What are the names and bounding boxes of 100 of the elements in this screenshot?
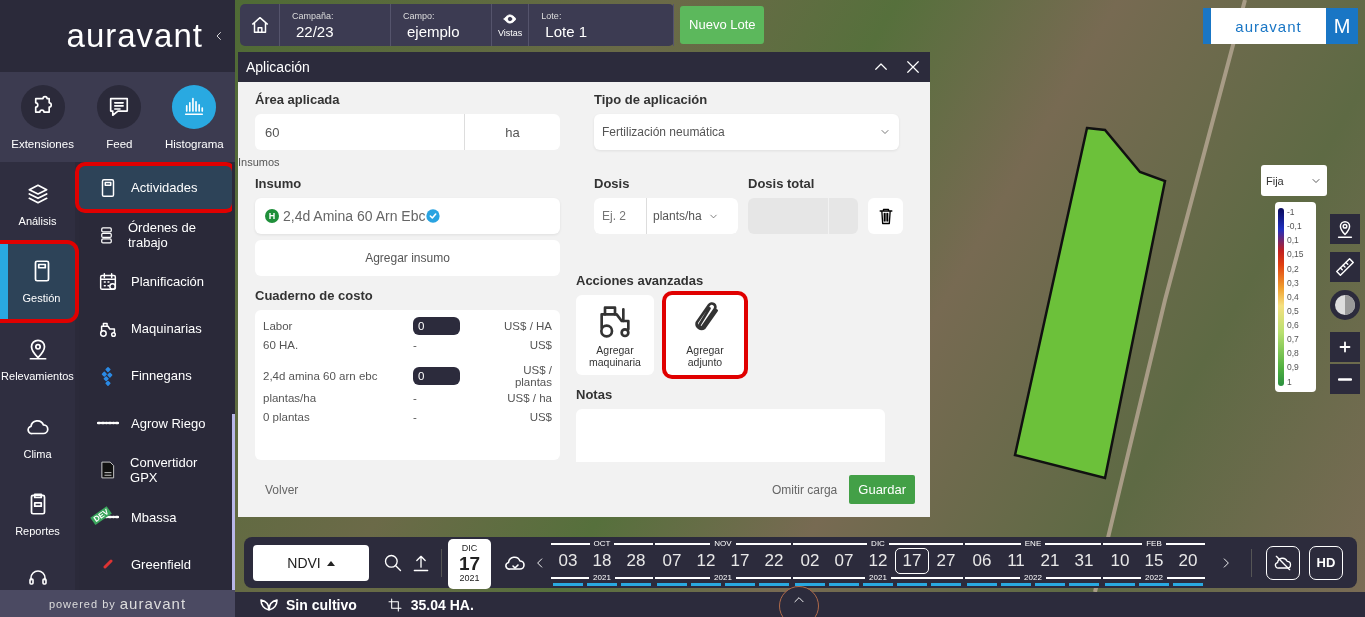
date-button[interactable]: 17 xyxy=(895,547,929,574)
year-label: 2021 xyxy=(714,573,732,582)
cost-input[interactable]: 0 xyxy=(413,316,460,335)
availability-bar xyxy=(863,582,893,586)
nav-item[interactable]: Reportes xyxy=(0,476,75,552)
zoom-out-button[interactable] xyxy=(1330,364,1360,394)
hd-button[interactable]: HD xyxy=(1309,545,1343,580)
delete-button[interactable] xyxy=(868,198,903,234)
legend-tick-label: 0,2 xyxy=(1287,264,1300,273)
cost-unit: US$ / plantas xyxy=(513,364,552,388)
unit-select[interactable]: plants/ha xyxy=(647,198,738,234)
nav-item[interactable]: Clima xyxy=(0,398,75,475)
availability-bar xyxy=(1139,582,1169,586)
back-link[interactable]: Volver xyxy=(265,482,299,497)
month-label: DIC xyxy=(871,539,885,548)
availability-bar xyxy=(621,582,651,586)
date-button[interactable]: 12 xyxy=(861,547,895,574)
minus-icon xyxy=(1338,377,1352,381)
views-button[interactable]: Vistas xyxy=(492,4,530,46)
submenu-item[interactable]: Greenfield xyxy=(79,542,232,586)
skip-link[interactable]: Omitir carga xyxy=(771,482,838,497)
availability-bar xyxy=(795,582,825,586)
application-type-select[interactable]: Fertilización neumática xyxy=(594,114,899,150)
scale-mode-select[interactable]: Fija xyxy=(1261,165,1327,196)
date-button[interactable]: 15 xyxy=(1137,547,1171,574)
crop-status: Sin cultivo xyxy=(286,596,357,613)
availability-bar xyxy=(691,582,721,586)
brand-wordmark: auravant xyxy=(1211,8,1326,44)
submenu-item[interactable]: Maquinarias xyxy=(79,307,232,351)
date-button[interactable]: 03 xyxy=(551,547,585,574)
date-button[interactable]: 02 xyxy=(793,547,827,574)
powered-by-text: powered by xyxy=(48,597,116,610)
quick-action-button[interactable]: Feed xyxy=(96,84,143,150)
date-button[interactable]: 17 xyxy=(723,547,757,574)
quick-action-button[interactable]: Extensiones xyxy=(11,84,74,150)
date-button[interactable]: 18 xyxy=(585,547,619,574)
date-button[interactable]: 12 xyxy=(689,547,723,574)
selector-field[interactable]: Campo: ejemplo xyxy=(391,4,492,46)
cost-value: - xyxy=(413,338,418,351)
date-button[interactable]: 20 xyxy=(1171,547,1205,574)
field-label: Campaña: xyxy=(292,10,335,21)
add-input-button[interactable]: Agregar insumo xyxy=(255,240,560,276)
field-boundary[interactable] xyxy=(1013,126,1167,480)
area-field[interactable]: 60 ha xyxy=(255,114,560,150)
index-dropdown[interactable]: NDVI xyxy=(253,544,369,581)
availability-bar xyxy=(829,582,859,586)
legend-tick-label: 0,6 xyxy=(1287,321,1300,330)
dose-field[interactable]: Ej. 2 xyxy=(594,198,647,234)
availability-bar xyxy=(587,582,617,586)
date-button[interactable]: 21 xyxy=(1033,547,1067,574)
quick-action-button[interactable]: Histograma xyxy=(164,84,224,150)
submenu-item[interactable]: Convertidor GPX xyxy=(79,448,232,492)
cost-label: 0 plantas xyxy=(263,410,311,423)
expand-button[interactable] xyxy=(779,586,819,617)
date-button[interactable]: 31 xyxy=(1067,547,1101,574)
advanced-action-button[interactable]: Agregar maquinaria xyxy=(576,295,654,375)
submenu-item[interactable]: Agrow Riego xyxy=(79,401,232,445)
zoom-in-button[interactable] xyxy=(1330,332,1360,362)
search-icon xyxy=(383,552,403,573)
date-button[interactable]: 10 xyxy=(1103,547,1137,574)
submenu-item[interactable]: Planificación xyxy=(79,260,232,304)
nav-item[interactable]: Análisis xyxy=(0,166,75,242)
cost-label: plantas/ha xyxy=(263,391,318,404)
date-button[interactable]: 27 xyxy=(929,547,963,574)
cost-value: - xyxy=(413,410,418,423)
crop-area-icon xyxy=(386,596,403,613)
cost-label: 2,4d amina 60 arn ebc xyxy=(263,370,379,382)
search-button[interactable] xyxy=(383,552,403,573)
selector-field[interactable]: Lote: Lote 1 xyxy=(529,4,675,46)
calendar-icon xyxy=(97,270,119,293)
date-button[interactable]: 07 xyxy=(827,547,861,574)
date-button[interactable]: 06 xyxy=(965,547,999,574)
legend-tick-label: -1 xyxy=(1287,208,1296,217)
date-button[interactable]: 22 xyxy=(757,547,791,574)
date-button[interactable]: 11 xyxy=(999,547,1033,574)
nav-item[interactable]: Relevamientos xyxy=(0,321,75,397)
availability-bar xyxy=(1001,582,1031,586)
availability-bar xyxy=(897,582,927,586)
availability-bar xyxy=(553,582,583,586)
user-avatar[interactable]: M xyxy=(1326,8,1358,44)
date-button[interactable]: 07 xyxy=(655,547,689,574)
date-button[interactable]: 28 xyxy=(619,547,653,574)
close-button[interactable] xyxy=(904,58,922,76)
cost-unit: US$ xyxy=(528,338,552,351)
month-label: FEB xyxy=(1146,539,1162,548)
submenu-item[interactable]: Órdenes de trabajo xyxy=(79,213,232,257)
selector-field[interactable]: Campaña: 22/23 xyxy=(280,4,391,46)
cloud-toggle-button[interactable] xyxy=(1266,545,1300,580)
marker-tool-button[interactable] xyxy=(1330,214,1360,244)
stroke-mark-icon xyxy=(103,559,113,570)
ruler-tool-button[interactable] xyxy=(1330,252,1360,282)
submenu-item[interactable]: Finnegans xyxy=(79,354,232,398)
field-label: Tipo de aplicación xyxy=(594,92,709,107)
input-product-field[interactable]: H 2,4d Amina 60 Arn Ebc xyxy=(255,198,560,234)
year-label: 2021 xyxy=(869,573,887,582)
split-circle-icon xyxy=(1333,293,1357,317)
submenu-item[interactable]: DEV Mbassa xyxy=(79,495,232,539)
cost-input[interactable]: 0 xyxy=(413,367,460,385)
date-card[interactable]: DIC 17 2021 xyxy=(448,538,491,589)
field-label: Dosis total xyxy=(748,176,816,191)
